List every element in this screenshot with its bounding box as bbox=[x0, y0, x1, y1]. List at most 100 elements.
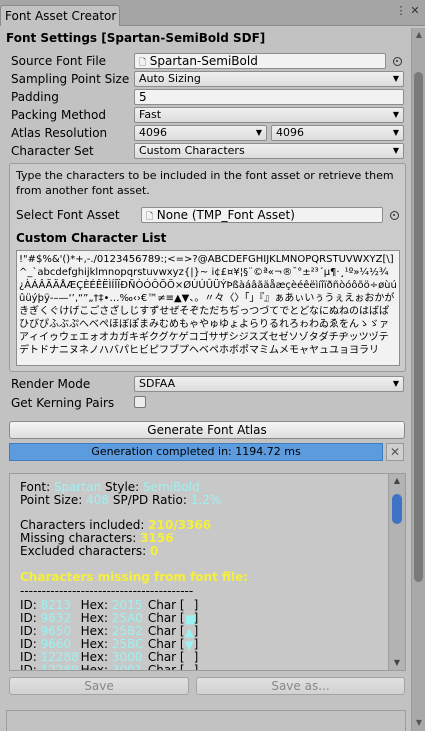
hex-value: 2015 bbox=[111, 598, 143, 612]
object-picker-icon[interactable] bbox=[393, 57, 402, 66]
charset-dropdown[interactable]: Custom Characters ▼ bbox=[134, 143, 404, 159]
clear-icon[interactable]: ✕ bbox=[386, 443, 404, 461]
included-label: Characters included: bbox=[20, 518, 145, 532]
hex-label: Hex: bbox=[80, 637, 108, 651]
source-font-label: Source Font File bbox=[11, 54, 107, 68]
chevron-down-icon: ▼ bbox=[392, 128, 399, 137]
chevron-down-icon: ▼ bbox=[392, 74, 399, 83]
char-label: Char [ bbox=[147, 650, 185, 664]
char-close: ] bbox=[193, 650, 199, 664]
packing-dropdown[interactable]: Fast ▼ bbox=[134, 107, 404, 123]
char-value bbox=[185, 664, 194, 670]
scroll-down-icon[interactable]: ▼ bbox=[414, 718, 424, 728]
missing-label: Missing characters: bbox=[20, 531, 137, 545]
point-size-value: 408 bbox=[86, 493, 110, 507]
missing-char-row: ID: 8213 Hex: 2015 Char [ ] bbox=[20, 598, 198, 612]
chevron-down-icon: ▼ bbox=[392, 379, 399, 388]
sampling-dropdown[interactable]: Auto Sizing ▼ bbox=[134, 71, 404, 87]
atlas-width-value: 4096 bbox=[139, 126, 167, 139]
generate-atlas-button[interactable]: Generate Font Atlas bbox=[9, 421, 405, 439]
char-value bbox=[185, 651, 194, 662]
report-scrollbar-thumb[interactable] bbox=[392, 494, 402, 524]
report-scrollbar[interactable]: ▲ ▼ bbox=[388, 474, 405, 670]
hex-label: Hex: bbox=[80, 611, 108, 625]
missing-char-row: ID: 12288 Hex: 3000 Char [ ] bbox=[20, 650, 198, 664]
kerning-checkbox[interactable] bbox=[134, 396, 146, 408]
charset-label: Character Set bbox=[11, 144, 94, 158]
scroll-up-icon[interactable]: ▲ bbox=[414, 30, 424, 40]
padding-label: Padding bbox=[11, 90, 59, 104]
source-font-field[interactable]: 🗋 Spartan-SemiBold bbox=[134, 53, 386, 69]
close-icon[interactable]: ✕ bbox=[408, 4, 422, 18]
id-value: 9632 bbox=[40, 611, 72, 625]
padding-value: 5 bbox=[139, 90, 147, 104]
hex-label: Hex: bbox=[80, 663, 108, 671]
char-value bbox=[185, 599, 194, 610]
char-value: ▼ bbox=[184, 638, 194, 652]
char-label: Char [ bbox=[147, 624, 185, 638]
missing-char-row: ID: 9632 Hex: 25A0 Char [■] bbox=[20, 611, 199, 626]
missing-char-row: ID: 9660 Hex: 25BC Char [▼] bbox=[20, 637, 199, 652]
hex-label: Hex: bbox=[80, 598, 108, 612]
char-close: ] bbox=[193, 637, 199, 651]
char-close: ] bbox=[193, 598, 199, 612]
id-value: 9660 bbox=[40, 637, 72, 651]
char-close: ] bbox=[193, 624, 199, 638]
custom-character-list[interactable]: !"#$%&'()*+,-./0123456789:;<=>?@ABCDEFGH… bbox=[16, 250, 400, 366]
missing-char-row: ID: 9650 Hex: 25B2 Char [▲] bbox=[20, 624, 199, 639]
padding-input[interactable]: 5 bbox=[134, 89, 404, 105]
included-line: Characters included: 210/3366 bbox=[20, 518, 211, 532]
char-label: Char [ bbox=[147, 598, 185, 612]
hex-value: 25B2 bbox=[111, 624, 143, 638]
id-label: ID: bbox=[20, 650, 37, 664]
charset-value: Custom Characters bbox=[139, 144, 245, 157]
id-label: ID: bbox=[20, 637, 37, 651]
id-value: 12288 bbox=[40, 650, 79, 664]
hex-value: 25BC bbox=[111, 637, 144, 651]
missing-line: Missing characters: 3156 bbox=[20, 531, 174, 545]
tab-font-asset-creator[interactable]: Font Asset Creator bbox=[0, 5, 120, 26]
object-picker-icon[interactable] bbox=[390, 211, 399, 220]
sampling-label: Sampling Point Size bbox=[11, 72, 130, 86]
missing-char-row: ID: 12289 Hex: 3001 Char [ ] bbox=[20, 663, 198, 671]
generation-report: Font: Spartan Style: SemiBold Point Size… bbox=[9, 473, 406, 671]
excluded-value: 0 bbox=[150, 544, 159, 558]
id-label: ID: bbox=[20, 663, 37, 671]
char-close: ] bbox=[193, 611, 199, 625]
render-mode-dropdown[interactable]: SDFAA ▼ bbox=[134, 376, 404, 392]
id-label: ID: bbox=[20, 598, 37, 612]
id-value: 9650 bbox=[40, 624, 72, 638]
save-as-button[interactable]: Save as... bbox=[196, 677, 405, 695]
included-value: 210/3366 bbox=[148, 518, 212, 532]
hex-value: 3000 bbox=[111, 650, 143, 664]
scrollbar-thumb[interactable] bbox=[414, 72, 423, 582]
asset-file-icon: 🗋 bbox=[146, 212, 154, 222]
font-file-icon: 🗋 bbox=[139, 58, 147, 68]
chevron-down-icon: ▼ bbox=[392, 110, 399, 119]
point-size-line: Point Size: 408 SP/PD Ratio: 1.2% bbox=[20, 493, 221, 507]
render-mode-label: Render Mode bbox=[11, 377, 91, 391]
id-label: ID: bbox=[20, 611, 37, 625]
hex-value: 25A0 bbox=[111, 611, 143, 625]
style-value: SemiBold bbox=[143, 480, 200, 494]
style-label: Style: bbox=[105, 480, 140, 494]
save-button[interactable]: Save bbox=[9, 677, 189, 695]
font-info-line: Font: Spartan Style: SemiBold bbox=[20, 480, 200, 494]
kebab-menu-icon[interactable]: ⋮ bbox=[394, 4, 408, 18]
chevron-down-icon: ▼ bbox=[255, 128, 262, 137]
tab-title: Font Asset Creator bbox=[5, 9, 117, 23]
scroll-down-icon[interactable]: ▼ bbox=[392, 658, 402, 668]
hex-value: 3001 bbox=[111, 663, 143, 671]
char-label: Char [ bbox=[147, 637, 185, 651]
custom-list-label: Custom Character List bbox=[16, 231, 167, 245]
char-value: ▲ bbox=[184, 625, 194, 639]
progress-text: Generation completed in: 1194.72 ms bbox=[91, 445, 301, 458]
atlas-height-dropdown[interactable]: 4096 ▼ bbox=[271, 125, 404, 141]
point-size-label: Point Size: bbox=[20, 493, 83, 507]
id-label: ID: bbox=[20, 624, 37, 638]
window-scrollbar[interactable]: ▲ ▼ bbox=[411, 28, 425, 731]
atlas-width-dropdown[interactable]: 4096 ▼ bbox=[134, 125, 267, 141]
scroll-up-icon[interactable]: ▲ bbox=[392, 476, 402, 486]
select-asset-field[interactable]: 🗋 None (TMP_Font Asset) bbox=[141, 207, 383, 223]
custom-characters-help: Type the characters to be included in th… bbox=[16, 169, 394, 197]
